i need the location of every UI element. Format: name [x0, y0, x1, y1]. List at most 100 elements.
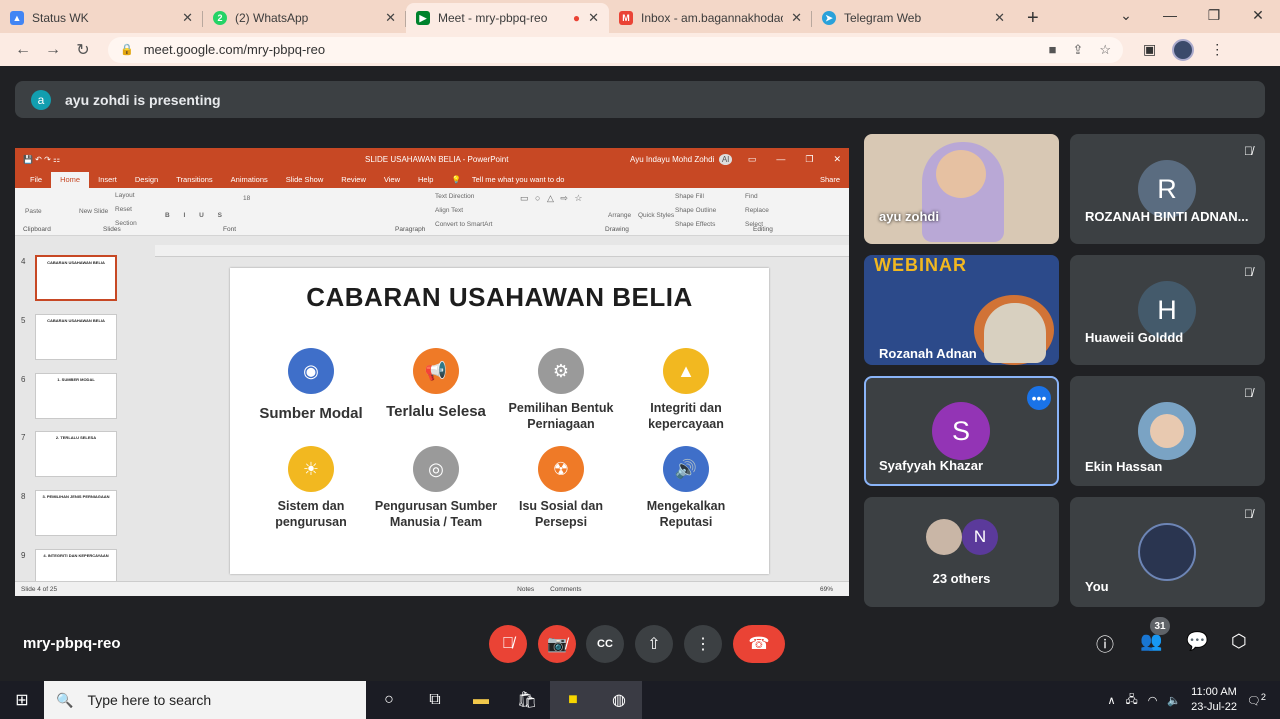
network-icon[interactable]: 🖧	[1126, 691, 1138, 710]
close-tab-icon[interactable]: ✕	[182, 10, 193, 26]
ribbon: Paste New Slide Layout Reset Section 18 …	[15, 188, 849, 236]
participant-face	[984, 303, 1046, 363]
close-tab-icon[interactable]: ✕	[588, 10, 599, 26]
camera-permission-icon[interactable]: ■	[1049, 42, 1057, 58]
menu-home: Home	[51, 172, 90, 188]
sidebar-icon[interactable]: ▣	[1143, 41, 1156, 58]
item-label: Mengekalkan Reputasi	[646, 499, 726, 529]
slide-thumbnail: 1. SUMBER MODAL	[35, 373, 117, 419]
slide-thumbnail: 3. PEMILIHAN JENIS PERNIAGAAN	[35, 490, 117, 536]
info-icon[interactable]: ⓘ	[1096, 631, 1114, 657]
slide-thumbnail: CABARAN USAHAWAN BELIA	[35, 314, 117, 360]
shapes-gallery: ▭ ○ △ ⇨ ☆	[520, 193, 585, 203]
close-tab-icon[interactable]: ✕	[994, 10, 1005, 26]
mic-muted-icon: 🎙̸	[1244, 507, 1253, 521]
leave-call-button[interactable]: ☎	[733, 625, 785, 663]
participant-tile-active[interactable]: ••• S Syafyyah Khazar	[864, 376, 1059, 486]
windows-taskbar: ⊞ 🔍 Type here to search ○ ⧉ ▬ 🛍 ■ ◍ ∧ 🖧 …	[0, 681, 1280, 719]
menu-insert: Insert	[98, 175, 117, 184]
avatar: N	[962, 519, 998, 555]
reload-icon[interactable]: ↻	[68, 40, 98, 60]
captions-button[interactable]: CC	[586, 625, 624, 663]
more-options-icon[interactable]: •••	[1027, 386, 1051, 410]
tab-search-icon[interactable]: ⌄	[1104, 7, 1148, 24]
slide-title: CABARAN USAHAWAN BELIA	[306, 282, 693, 312]
menu-transitions: Transitions	[176, 175, 213, 184]
search-icon: 🔍	[56, 691, 74, 708]
bookmark-star-icon[interactable]: ☆	[1099, 42, 1111, 58]
drive-icon: ▲	[10, 11, 24, 25]
volume-icon[interactable]: 🔈	[1167, 694, 1181, 707]
chat-icon[interactable]: 💬	[1186, 631, 1208, 652]
participant-count-badge: 31	[1150, 617, 1170, 635]
store-icon[interactable]: 🛍	[504, 681, 550, 719]
participant-tile[interactable]: 🎙̸ H Huaweii Golddd	[1070, 255, 1265, 365]
mic-muted-icon: 🎙̸	[1244, 265, 1253, 279]
windows-start-icon[interactable]: ⊞	[0, 681, 44, 719]
radiation-icon: ☢	[538, 446, 584, 492]
minimize-icon[interactable]: —	[1148, 7, 1192, 23]
slide-thumbnails: 4 CABARAN USAHAWAN BELIA 5 CABARAN USAHA…	[15, 245, 135, 595]
camera-off-button[interactable]: 📷̸	[538, 625, 576, 663]
meeting-code: mry-pbpq-reo	[23, 635, 121, 652]
profile-avatar[interactable]	[1172, 38, 1195, 61]
close-tab-icon[interactable]: ✕	[791, 10, 802, 26]
task-view-icon[interactable]: ⧉	[412, 681, 458, 719]
menu-help: Help	[418, 175, 434, 184]
poster-text: WEBINAR	[874, 255, 967, 275]
tab-telegram[interactable]: ➤ Telegram Web ✕	[812, 3, 1015, 33]
file-explorer-icon[interactable]: ▬	[458, 681, 504, 719]
participant-tile[interactable]: ayu zohdi	[864, 134, 1059, 244]
sticky-notes-icon[interactable]: ■	[550, 681, 596, 719]
participant-face	[936, 150, 986, 198]
participant-tile[interactable]: 🎙̸ Ekin Hassan	[1070, 376, 1265, 486]
browser-tab-bar: ▲ Status WK ✕ 2 (2) WhatsApp ✕ ▶ Meet - …	[0, 0, 1280, 33]
back-icon[interactable]: ←	[8, 41, 38, 59]
clock[interactable]: 11:00 AM 23-Jul-22	[1191, 685, 1237, 715]
notification-icon[interactable]: 🗨2	[1247, 692, 1266, 708]
more-options-button[interactable]: ⋮	[684, 625, 722, 663]
chrome-icon[interactable]: ◍	[596, 681, 642, 719]
save-icon: 💾 ↶ ↷ ⚏	[23, 154, 61, 164]
tray-chevron-icon[interactable]: ∧	[1107, 694, 1115, 707]
taskbar-search[interactable]: 🔍 Type here to search	[44, 681, 366, 719]
mic-off-button[interactable]: 🎙̸	[489, 625, 527, 663]
tab-whatsapp[interactable]: 2 (2) WhatsApp ✕	[203, 3, 406, 33]
menu-icon[interactable]: ⋮	[1210, 41, 1224, 58]
tab-gmail[interactable]: M Inbox - am.bagannakhodaon ✕	[609, 3, 812, 33]
new-tab-button[interactable]: +	[1015, 3, 1051, 33]
close-window-icon[interactable]: ✕	[1236, 7, 1280, 24]
url-field[interactable]: 🔒 meet.google.com/mry-pbpq-reo ■ ⇪ ☆	[108, 36, 1123, 63]
avatar-photo	[1138, 402, 1196, 460]
avatar-logo	[1138, 523, 1196, 581]
participant-tile-others[interactable]: N 23 others	[864, 497, 1059, 607]
powerpoint-workspace: 4 CABARAN USAHAWAN BELIA 5 CABARAN USAHA…	[15, 245, 849, 595]
share-icon[interactable]: ⇪	[1072, 42, 1083, 58]
item-label: Sistem dan pengurusan	[275, 499, 347, 529]
activities-icon[interactable]: ⬡	[1231, 631, 1247, 652]
wifi-icon[interactable]: ◠	[1148, 694, 1158, 707]
mic-muted-icon: 🎙̸	[1244, 386, 1253, 400]
participant-tile-self[interactable]: 🎙̸ You	[1070, 497, 1265, 607]
item-label: Isu Sosial dan Persepsi	[518, 499, 604, 529]
menu-view: View	[383, 175, 400, 184]
horizontal-ruler	[155, 245, 849, 257]
powerpoint-user: Ayu Indayu Mohd Zohdi AI	[630, 153, 733, 165]
powerpoint-menu: File Home Insert Design Transitions Anim…	[15, 170, 849, 188]
forward-icon[interactable]: →	[38, 41, 68, 59]
participant-tile[interactable]: WEBINAR Rozanah Adnan	[864, 255, 1059, 365]
slide-thumbnail: 2. TERLALU SELESA	[35, 431, 117, 477]
maximize-icon[interactable]: ❐	[1192, 7, 1236, 24]
telegram-icon: ➤	[822, 11, 836, 25]
close-tab-icon[interactable]: ✕	[385, 10, 396, 26]
cortana-icon[interactable]: ○	[366, 681, 412, 719]
item-label: Terlalu Selesa	[386, 403, 486, 420]
participant-tile[interactable]: 🎙̸ R ROZANAH BINTI ADNAN...	[1070, 134, 1265, 244]
menu-share: Share	[819, 175, 840, 184]
tab-meet[interactable]: ▶ Meet - mry-pbpq-reo ● ✕	[406, 3, 609, 33]
presenter-avatar: a	[31, 89, 51, 110]
tab-status-wk[interactable]: ▲ Status WK ✕	[0, 3, 203, 33]
item-label: Pengurusan Sumber Manusia / Team	[374, 499, 498, 529]
tell-me-field: 💡 Tell me what you want to do	[451, 175, 565, 184]
present-button[interactable]: ⇧	[635, 625, 673, 663]
